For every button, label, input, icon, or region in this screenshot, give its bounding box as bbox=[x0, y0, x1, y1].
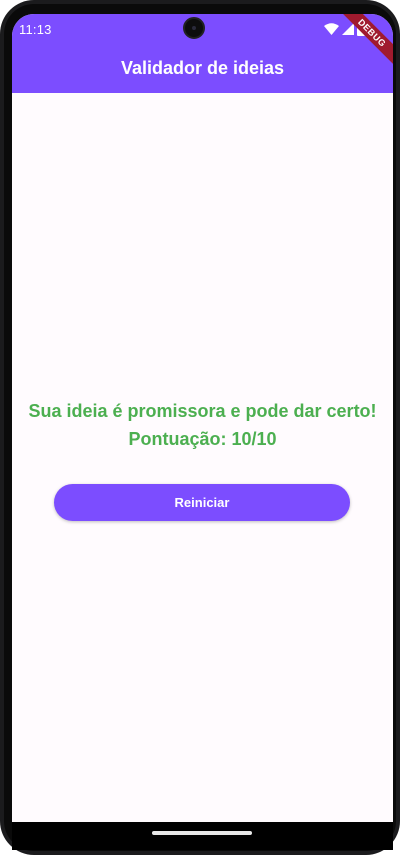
result-content: Sua ideia é promissora e pode dar certo!… bbox=[12, 93, 393, 822]
wifi-icon bbox=[324, 23, 339, 35]
app-title: Validador de ideias bbox=[120, 58, 285, 78]
restart-button[interactable]: Reiniciar bbox=[54, 484, 350, 521]
app-bar: Validador de ideias bbox=[12, 44, 393, 93]
result-message: Sua ideia é promissora e pode dar certo! bbox=[28, 401, 377, 421]
status-time: 11:13 bbox=[19, 22, 52, 37]
home-indicator[interactable] bbox=[152, 831, 252, 835]
cellular-signal-icon bbox=[342, 23, 354, 35]
score-text: Pontuação: 10/10 bbox=[128, 429, 277, 449]
system-navigation-bar bbox=[12, 822, 393, 850]
front-camera bbox=[183, 17, 205, 39]
device-bezel: 11:13 DEBUG Validador de ideias Sua idei… bbox=[4, 4, 396, 851]
app-screen: 11:13 DEBUG Validador de ideias Sua idei… bbox=[12, 14, 393, 850]
device-frame: 11:13 DEBUG Validador de ideias Sua idei… bbox=[0, 0, 400, 855]
